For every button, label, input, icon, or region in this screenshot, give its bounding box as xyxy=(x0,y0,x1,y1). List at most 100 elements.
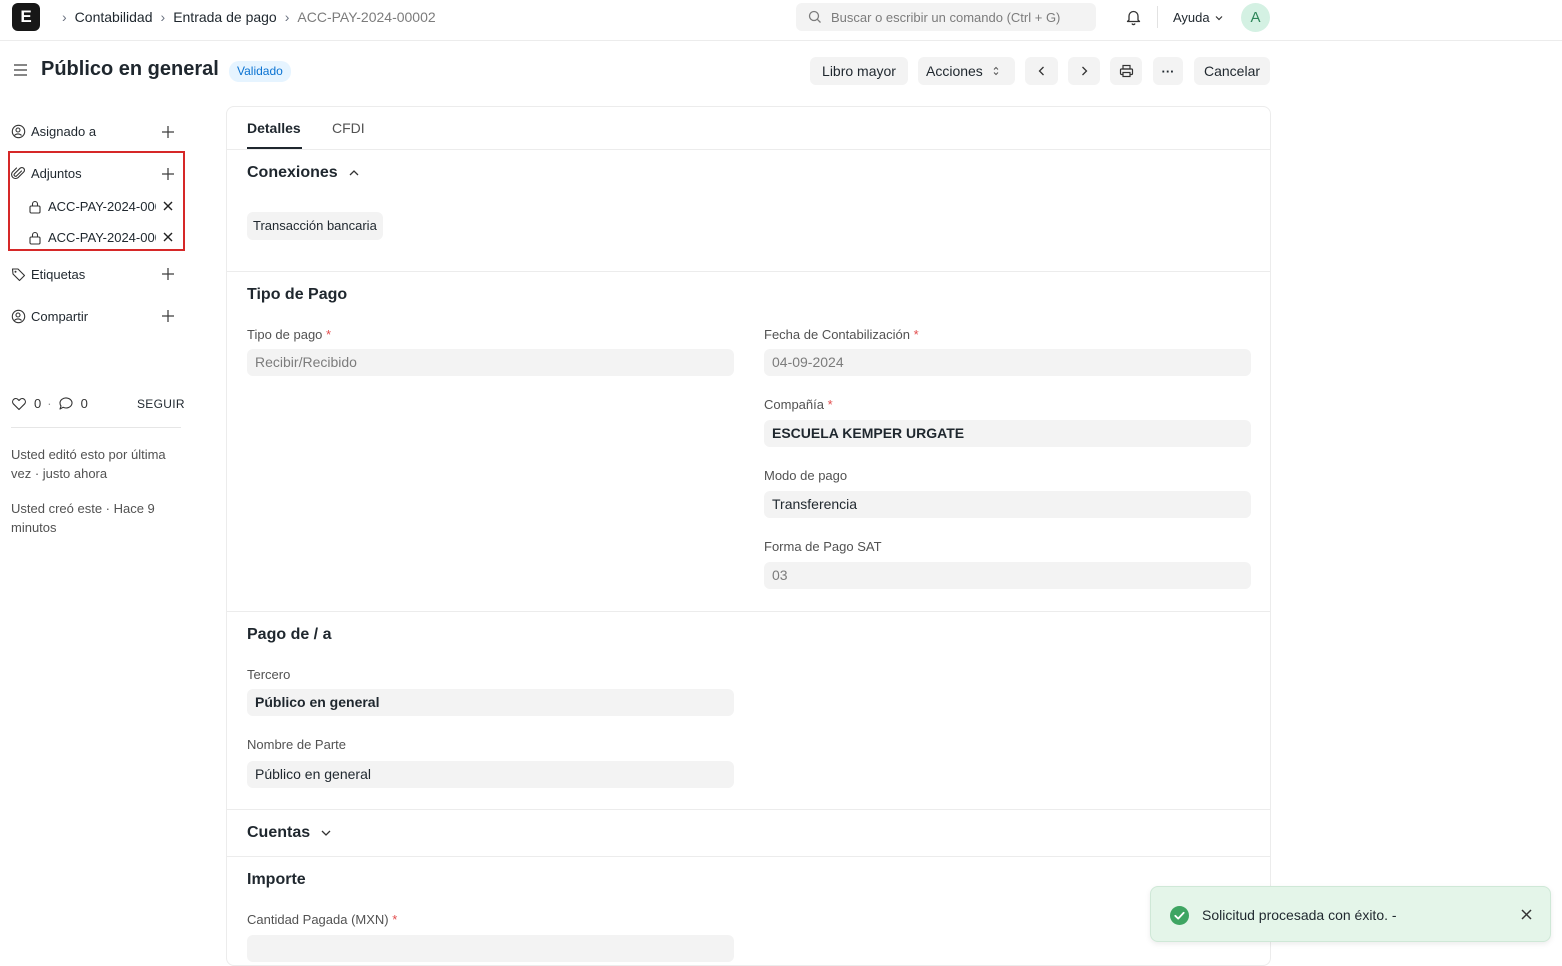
navbar: E › Contabilidad › Entrada de pago › ACC… xyxy=(0,0,1562,41)
more-options-button[interactable]: ··· xyxy=(1153,57,1183,85)
party-name-field[interactable]: Público en general xyxy=(247,761,734,788)
breadcrumb: › Contabilidad › Entrada de pago › ACC-P… xyxy=(54,0,436,34)
toast-message: Solicitud procesada con éxito. - xyxy=(1202,907,1397,923)
chevron-left-icon xyxy=(1038,66,1044,76)
field-label: Modo de pago xyxy=(764,468,848,483)
separator-dot: · xyxy=(47,396,52,411)
breadcrumb-contabilidad[interactable]: Contabilidad xyxy=(75,9,153,25)
activity-edited: Usted editó esto por última vez · justo … xyxy=(11,447,166,481)
payment-type-field[interactable]: Recibir/Recibido xyxy=(247,349,734,376)
lock-icon xyxy=(29,231,41,245)
success-toast: Solicitud procesada con éxito. - xyxy=(1150,886,1551,942)
ledger-button[interactable]: Libro mayor xyxy=(810,57,908,85)
chevron-right-icon: › xyxy=(160,9,166,25)
share-label: Compartir xyxy=(31,309,89,324)
attachment-name: ACC-PAY-2024-00002 xyxy=(48,230,156,245)
activity-created: Usted creó este · Hace 9 minutos xyxy=(11,501,155,535)
divider xyxy=(227,611,1270,612)
comment-icon[interactable] xyxy=(58,396,74,411)
search-placeholder: Buscar o escribir un comando (Ctrl + G) xyxy=(831,9,1061,25)
chevron-down-icon xyxy=(1215,15,1223,20)
field-label: Tercero xyxy=(247,667,291,682)
divider xyxy=(227,149,1270,150)
add-tag-plus-icon[interactable] xyxy=(160,266,176,282)
sidebar-divider xyxy=(11,427,181,428)
sidebar-attachments[interactable]: Adjuntos xyxy=(11,166,82,181)
avatar[interactable]: A xyxy=(1241,3,1270,32)
tags-label: Etiquetas xyxy=(31,267,86,282)
divider xyxy=(227,271,1270,272)
section-accounts-toggle[interactable]: Cuentas xyxy=(247,824,332,842)
field-label: Nombre de Parte xyxy=(247,737,346,752)
chevron-up-icon xyxy=(349,170,359,176)
attachment-name: ACC-PAY-2024-00002 xyxy=(48,199,156,214)
likes-comments: 0 · 0 xyxy=(11,396,88,411)
tab-detalles[interactable]: Detalles xyxy=(247,120,301,136)
chevron-down-icon xyxy=(321,830,331,836)
remove-attachment-close-icon[interactable] xyxy=(162,231,174,243)
section-title: Conexiones xyxy=(247,164,338,181)
chevron-right-icon xyxy=(1082,66,1088,76)
section-title: Importe xyxy=(247,871,306,888)
check-circle-icon xyxy=(1170,906,1189,925)
heart-icon[interactable] xyxy=(11,396,27,411)
add-share-plus-icon[interactable] xyxy=(160,308,176,324)
print-button[interactable] xyxy=(1110,57,1142,85)
bank-transaction-link[interactable]: Transacción bancaria xyxy=(247,212,383,240)
section-connections-toggle[interactable]: Conexiones xyxy=(247,164,360,182)
section-title: Cuentas xyxy=(247,824,311,841)
tab-cfdi[interactable]: CFDI xyxy=(332,120,365,136)
sidebar-share[interactable]: Compartir xyxy=(11,309,88,324)
sidebar-assigned-to[interactable]: Asignado a xyxy=(11,124,96,139)
actions-label: Acciones xyxy=(926,63,983,79)
sat-payment-form-field[interactable]: 03 xyxy=(764,562,1251,589)
comments-count: 0 xyxy=(80,396,88,411)
divider xyxy=(227,809,1270,810)
page-title: Público en general xyxy=(41,58,219,80)
actions-dropdown[interactable]: Acciones xyxy=(918,57,1015,85)
field-label: Tipo de pago * xyxy=(247,327,332,342)
breadcrumb-entrada-de-pago[interactable]: Entrada de pago xyxy=(173,9,277,25)
field-label: Forma de Pago SAT xyxy=(764,539,882,554)
chevron-right-icon: › xyxy=(284,9,290,25)
cancel-button[interactable]: Cancelar xyxy=(1194,57,1270,85)
previous-button[interactable] xyxy=(1025,57,1058,85)
breadcrumb-current[interactable]: ACC-PAY-2024-00002 xyxy=(297,9,435,25)
search-input[interactable]: Buscar o escribir un comando (Ctrl + G) xyxy=(796,3,1096,31)
divider xyxy=(227,856,1270,857)
section-title: Pago de / a xyxy=(247,626,332,643)
paperclip-icon xyxy=(11,167,25,179)
sidebar-tags[interactable]: Etiquetas xyxy=(11,267,85,282)
app-logo[interactable]: E xyxy=(12,3,40,31)
printer-icon xyxy=(1119,64,1133,78)
next-button[interactable] xyxy=(1068,57,1100,85)
navbar-divider xyxy=(1157,6,1158,28)
likes-count: 0 xyxy=(34,396,42,411)
sidebar-toggle-icon[interactable] xyxy=(12,62,29,81)
chevron-right-icon: › xyxy=(62,9,67,25)
share-user-icon xyxy=(11,309,26,324)
status-badge: Validado xyxy=(229,61,291,82)
attachment-item[interactable]: ACC-PAY-2024-00002 xyxy=(28,199,156,214)
user-assign-icon xyxy=(11,124,26,139)
field-label: Compañía * xyxy=(764,397,833,412)
remove-attachment-close-icon[interactable] xyxy=(162,200,174,212)
close-icon[interactable] xyxy=(1520,908,1533,921)
field-label: Fecha de Contabilización * xyxy=(764,327,919,342)
notification-bell-icon[interactable] xyxy=(1125,8,1142,29)
chevron-updown-icon xyxy=(993,66,999,76)
follow-button[interactable]: SEGUIR xyxy=(137,397,185,411)
paid-amount-field[interactable] xyxy=(247,935,734,962)
company-field[interactable]: ESCUELA KEMPER URGATE xyxy=(764,420,1251,447)
field-label: Cantidad Pagada (MXN) * xyxy=(247,912,398,927)
attachments-label: Adjuntos xyxy=(31,166,82,181)
attachment-item[interactable]: ACC-PAY-2024-00002 xyxy=(28,230,156,245)
search-icon xyxy=(808,10,821,23)
add-assignment-plus-icon[interactable] xyxy=(160,124,176,140)
add-attachment-plus-icon[interactable] xyxy=(160,166,176,182)
help-label: Ayuda xyxy=(1173,10,1210,25)
party-field[interactable]: Público en general xyxy=(247,689,734,716)
help-dropdown[interactable]: Ayuda xyxy=(1173,10,1224,25)
posting-date-field[interactable]: 04-09-2024 xyxy=(764,349,1251,376)
payment-mode-field[interactable]: Transferencia xyxy=(764,491,1251,518)
